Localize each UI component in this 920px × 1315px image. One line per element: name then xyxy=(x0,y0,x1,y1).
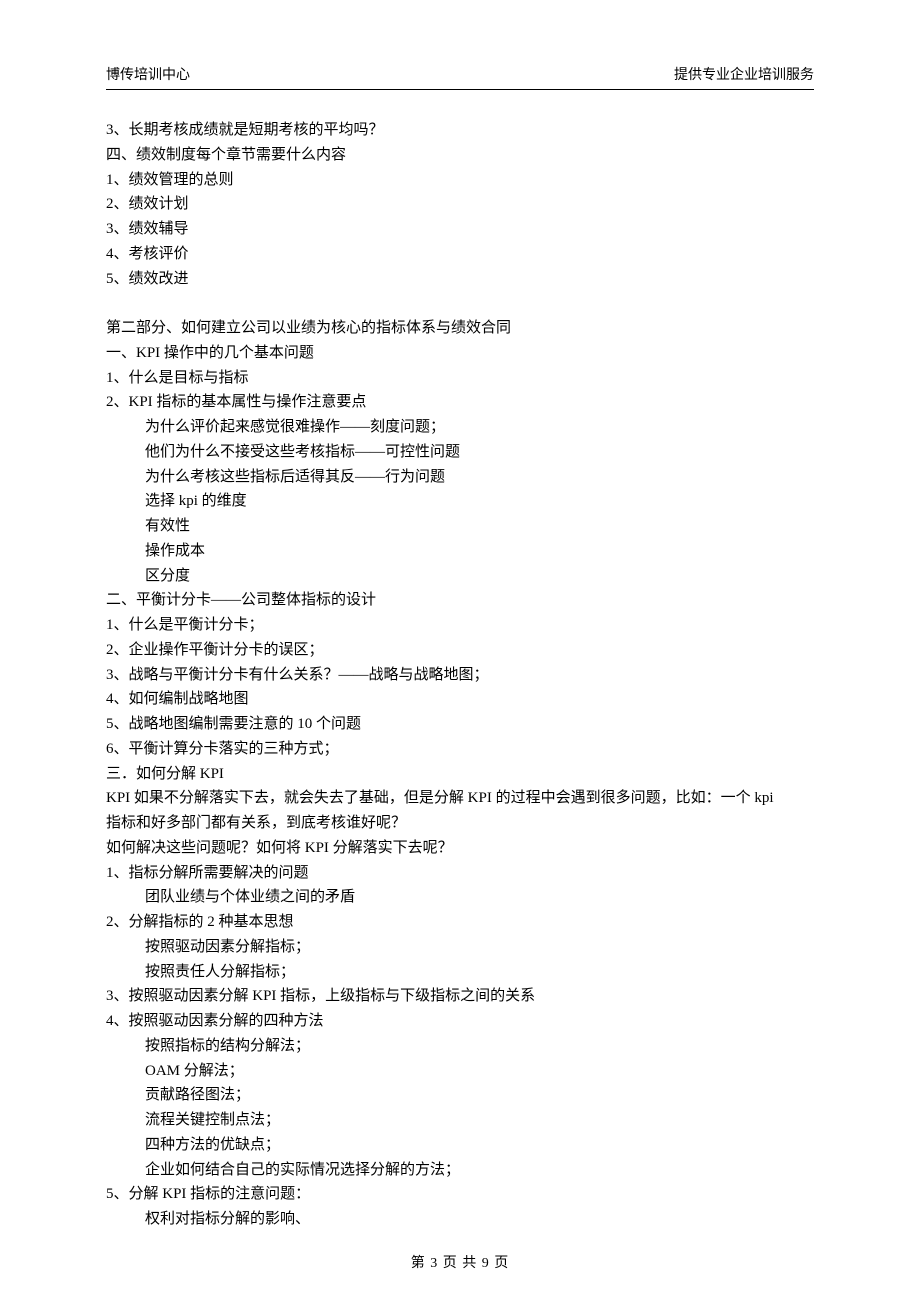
body-line: 2、绩效计划 xyxy=(106,192,814,217)
body-line: 他们为什么不接受这些考核指标——可控性问题 xyxy=(106,440,814,465)
body-line: 3、绩效辅导 xyxy=(106,217,814,242)
body-line: 为什么考核这些指标后适得其反——行为问题 xyxy=(106,465,814,490)
body-line: 按照驱动因素分解指标； xyxy=(106,935,814,960)
body-line: 4、考核评价 xyxy=(106,242,814,267)
body-line: 5、绩效改进 xyxy=(106,267,814,292)
document-page: 博传培训中心 提供专业企业培训服务 3、长期考核成绩就是短期考核的平均吗？四、绩… xyxy=(0,0,920,1315)
body-line: 四种方法的优缺点； xyxy=(106,1133,814,1158)
body-line: 5、分解 KPI 指标的注意问题： xyxy=(106,1182,814,1207)
body-line: 3、长期考核成绩就是短期考核的平均吗？ xyxy=(106,118,814,143)
body-line: 选择 kpi 的维度 xyxy=(106,489,814,514)
body-line: 4、如何编制战略地图 xyxy=(106,687,814,712)
body-line: 5、战略地图编制需要注意的 10 个问题 xyxy=(106,712,814,737)
body-line: 3、战略与平衡计分卡有什么关系？——战略与战略地图； xyxy=(106,663,814,688)
header-left: 博传培训中心 xyxy=(106,64,190,87)
body-line: 团队业绩与个体业绩之间的矛盾 xyxy=(106,885,814,910)
body-line: 三．如何分解 KPI xyxy=(106,762,814,787)
body-line: 6、平衡计算分卡落实的三种方式； xyxy=(106,737,814,762)
page-footer: 第 3 页 共 9 页 xyxy=(106,1252,814,1275)
body-line: 按照指标的结构分解法； xyxy=(106,1034,814,1059)
body-line: 有效性 xyxy=(106,514,814,539)
page-header: 博传培训中心 提供专业企业培训服务 xyxy=(106,64,814,90)
body-line: 如何解决这些问题呢？如何将 KPI 分解落实下去呢？ xyxy=(106,836,814,861)
body-line: 2、分解指标的 2 种基本思想 xyxy=(106,910,814,935)
blank-line xyxy=(106,291,814,316)
body-line: 为什么评价起来感觉很难操作——刻度问题； xyxy=(106,415,814,440)
body-line: 贡献路径图法； xyxy=(106,1083,814,1108)
body-line: 1、指标分解所需要解决的问题 xyxy=(106,861,814,886)
body-line: 2、KPI 指标的基本属性与操作注意要点 xyxy=(106,390,814,415)
body-line: 2、企业操作平衡计分卡的误区； xyxy=(106,638,814,663)
body-line: OAM 分解法； xyxy=(106,1059,814,1084)
body-line: 操作成本 xyxy=(106,539,814,564)
body-line: 第二部分、如何建立公司以业绩为核心的指标体系与绩效合同 xyxy=(106,316,814,341)
body-line: 权利对指标分解的影响、 xyxy=(106,1207,814,1232)
body-line: 按照责任人分解指标； xyxy=(106,960,814,985)
body-line: 4、按照驱动因素分解的四种方法 xyxy=(106,1009,814,1034)
body-line: 1、绩效管理的总则 xyxy=(106,168,814,193)
body-line: 1、什么是平衡计分卡； xyxy=(106,613,814,638)
body-line: 区分度 xyxy=(106,564,814,589)
body-line: 企业如何结合自己的实际情况选择分解的方法； xyxy=(106,1158,814,1183)
body-line: 四、绩效制度每个章节需要什么内容 xyxy=(106,143,814,168)
body-line: 1、什么是目标与指标 xyxy=(106,366,814,391)
body-line: KPI 如果不分解落实下去，就会失去了基础，但是分解 KPI 的过程中会遇到很多… xyxy=(106,786,814,811)
header-right: 提供专业企业培训服务 xyxy=(674,64,814,87)
body-line: 指标和好多部门都有关系，到底考核谁好呢？ xyxy=(106,811,814,836)
body-line: 流程关键控制点法； xyxy=(106,1108,814,1133)
body-line: 二、平衡计分卡——公司整体指标的设计 xyxy=(106,588,814,613)
document-body: 3、长期考核成绩就是短期考核的平均吗？四、绩效制度每个章节需要什么内容1、绩效管… xyxy=(106,118,814,1232)
body-line: 3、按照驱动因素分解 KPI 指标，上级指标与下级指标之间的关系 xyxy=(106,984,814,1009)
body-line: 一、KPI 操作中的几个基本问题 xyxy=(106,341,814,366)
